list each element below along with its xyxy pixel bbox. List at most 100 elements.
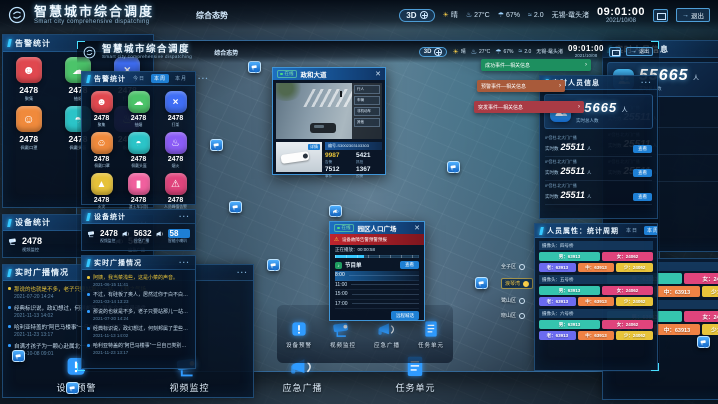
broadcast-panel: 实时广播情况··· 阿姨，我当菜浅些，这是小菜的声音。2021-06-15 11… — [81, 255, 196, 369]
region-item-active[interactable]: 浪琴湾 — [501, 278, 533, 289]
alarm-tile-smoking[interactable]: 2478抽烟 — [120, 88, 157, 129]
toolbar-broadcast[interactable]: 应急广播 — [374, 320, 400, 349]
toolbar-task-unit[interactable]: 任务单元 — [418, 320, 444, 349]
alarm-tile-fire[interactable]: 2478火灾 — [83, 170, 120, 211]
alarm-tile-crowd[interactable]: 2478聚集 — [83, 88, 120, 129]
humidity-icon — [498, 11, 504, 19]
attr-chip: 男：63913 — [539, 320, 600, 329]
weather-condition: 晴 — [443, 10, 458, 20]
panel-menu-icon[interactable]: ··· — [179, 212, 190, 221]
camera-video-feed[interactable]: 行人 车辆 非机动车 其他 — [276, 83, 382, 139]
close-icon[interactable]: ✕ — [375, 71, 381, 78]
alarm-tile-mask[interactable]: 2478佩戴口罩 — [4, 103, 53, 152]
truck-icon — [128, 173, 150, 195]
program-view-button[interactable]: 查看 — [400, 261, 419, 269]
panel-title: 设备统计 — [94, 212, 126, 222]
map-camera-pin[interactable] — [447, 161, 460, 173]
tab-overview[interactable]: 综合态势 — [196, 10, 228, 21]
mask-icon — [16, 106, 42, 132]
chevron-right-icon: › — [553, 83, 561, 89]
tab-overview[interactable]: 综合态势 — [214, 48, 238, 57]
panel-title: 设备统计 — [15, 217, 51, 228]
map-camera-pin[interactable] — [697, 336, 710, 348]
close-icon[interactable]: ✕ — [414, 225, 420, 232]
detail-tag[interactable]: 详情 — [308, 144, 320, 150]
schedule-row[interactable]: 15:00 — [335, 290, 419, 300]
weather-temperature: 27°C — [466, 11, 490, 19]
detection-item: 车辆 — [354, 96, 380, 105]
mode-3d-toggle[interactable]: 3D — [399, 9, 434, 22]
panel-menu-icon[interactable]: ··· — [641, 78, 652, 87]
toolbar-device-alert[interactable]: 设备预警 — [286, 320, 312, 349]
attr-chip: 少：24062 — [616, 331, 653, 340]
region-item[interactable]: 全子区 — [501, 263, 525, 270]
view-button[interactable]: 查看 — [633, 169, 652, 177]
broadcast-entry[interactable]: 不过，有硅板了奥人，居然过你于白不白的问题？2021-03-14 13:23 — [87, 291, 190, 304]
fullscreen-button[interactable] — [609, 47, 621, 57]
crosswalk-graphic — [303, 89, 357, 107]
view-button[interactable]: 查看 — [633, 193, 652, 201]
panel-menu-icon[interactable]: ··· — [237, 268, 248, 277]
broadcast-entry[interactable]: 那说的也就是不多，老子只要站那儿一站，工薪之气场…2021-07-20 14:2… — [87, 308, 190, 321]
panel-menu-icon[interactable]: ··· — [198, 74, 209, 83]
map-camera-pin[interactable] — [267, 259, 280, 271]
alarm-tile-crowd[interactable]: 2478聚集 — [4, 54, 53, 103]
plaza-popup: 在线 园区人口广场 ✕ 设备故障告警预警预报 正在播放：00:00:58 节目单… — [329, 221, 425, 321]
alarm-tile-person-peak[interactable]: 2478人员峰值告警 — [157, 170, 194, 211]
wind-icon — [528, 12, 532, 19]
map-camera-pin[interactable] — [12, 350, 25, 362]
panel-menu-icon[interactable]: ··· — [179, 258, 190, 267]
alarm-tile-smoke-fire[interactable]: 2478烟火 — [157, 129, 194, 170]
exit-button[interactable]: 退出 — [676, 8, 710, 22]
toast-success-event[interactable]: 成功事件—相关信息› — [481, 59, 591, 71]
toast-emergency-event[interactable]: 突发事件—相关信息› — [474, 101, 584, 113]
map-camera-pin[interactable] — [66, 382, 79, 394]
alarm-tile-helmet[interactable]: 2478佩戴头盔 — [120, 129, 157, 170]
tab-week[interactable]: 本周 — [151, 74, 169, 83]
region-item[interactable]: 鹭山区 — [501, 297, 525, 304]
map-camera-pin[interactable] — [210, 139, 223, 151]
tab-month[interactable]: 本月 — [172, 74, 190, 83]
broadcast-entry[interactable]: 阿姨，我当菜浅些，这是小菜的声音。2021-06-15 11:41 — [87, 274, 190, 287]
fullscreen-button[interactable] — [653, 9, 668, 22]
people-row: IP音柱-北大门广播 实时数25511人查看 — [545, 157, 652, 181]
tab-week[interactable]: 本周 — [644, 226, 658, 235]
map-speaker-pin[interactable] — [329, 205, 342, 217]
attr-chip: 中：63913 — [654, 324, 699, 335]
location-label: 无锡-鼋头渚 — [552, 10, 589, 20]
remote-shout-button[interactable]: 远程喊话 — [391, 311, 419, 320]
tab-today[interactable]: 今日 — [130, 74, 148, 83]
alarm-tile-fight[interactable]: 2478打架 — [157, 88, 194, 129]
alarm-tile-truck[interactable]: 2478渣土车识别 — [120, 170, 157, 211]
program-note-icon — [335, 262, 342, 269]
broadcast-entry[interactable]: 经典标识说，政幻想过，何刻邦属了里些个大容量硬盘…2021-11-13 14:0… — [87, 325, 190, 338]
schedule-row-active[interactable]: 8:00 — [335, 271, 419, 281]
camera-icon — [8, 237, 19, 246]
detection-item: 行人 — [354, 85, 380, 94]
compass-icon — [434, 48, 442, 56]
schedule-row[interactable]: 11:00 — [335, 281, 419, 291]
map-camera-pin[interactable] — [475, 277, 488, 289]
car-graphic — [310, 123, 336, 133]
view-button[interactable]: 查看 — [633, 145, 652, 153]
sun-icon — [443, 11, 449, 19]
playback-progress-bar[interactable] — [335, 255, 419, 258]
exit-button[interactable]: 退出 — [626, 47, 653, 56]
attr-chip: 中：63913 — [578, 263, 615, 272]
broadcast-entry[interactable]: 哈利亚特盖的“阿巴马楼事”一旦自己类别机返体，整个…2021-11-23 13:… — [87, 342, 190, 355]
toast-warning-event[interactable]: 预警事件—相关信息› — [477, 80, 565, 92]
panel-title: 人员属性：统计周期 — [547, 226, 619, 236]
attr-chip: 中：63913 — [654, 286, 699, 297]
app-subtitle: Smart city comprehensive dispatching — [102, 55, 192, 60]
toolbar-video-monitor[interactable]: 视频监控 — [330, 320, 356, 349]
speaker-icon — [121, 230, 131, 238]
device-stat-video: 2478视频监控 — [8, 236, 42, 253]
schedule-row[interactable]: 17:00 — [335, 300, 419, 310]
exit-icon — [682, 12, 689, 19]
map-camera-pin[interactable] — [229, 201, 242, 213]
tab-day[interactable]: 本日 — [623, 226, 641, 235]
alarm-tile-mask[interactable]: 2478佩戴口罩 — [83, 129, 120, 170]
region-item[interactable]: 晓山区 — [501, 312, 525, 319]
crowd-icon — [16, 57, 42, 83]
mode-3d-toggle[interactable]: 3D — [419, 47, 448, 57]
